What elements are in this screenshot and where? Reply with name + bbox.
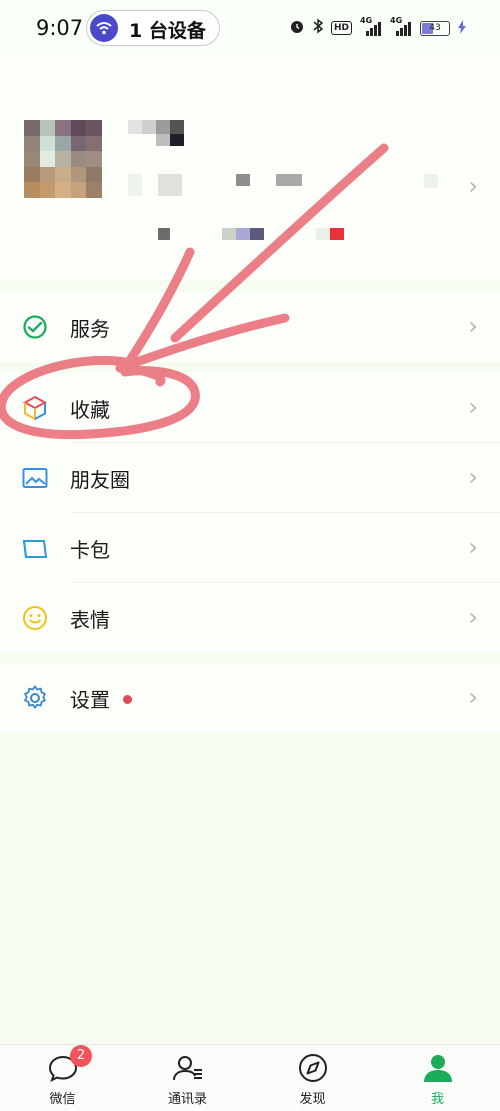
menu-item-label: 朋友圈 — [70, 468, 130, 492]
contacts-icon — [172, 1053, 204, 1083]
signal-strength-icon-2: 4G — [390, 16, 412, 36]
mosaic-block — [128, 120, 142, 134]
tab-label: 发现 — [299, 1092, 326, 1107]
mosaic-block — [222, 228, 236, 240]
status-bar: 9:07 1 台设备 HD 4G 4G 43 — [0, 0, 500, 58]
tab-chats[interactable]: 2 微信 — [0, 1045, 125, 1111]
alarm-icon — [289, 18, 305, 38]
menu-item-settings[interactable]: 设置 › — [0, 663, 500, 733]
menu-item-label: 卡包 — [70, 538, 110, 562]
chevron-right-icon: › — [468, 393, 478, 421]
status-icons: HD 4G 4G 43 — [289, 16, 466, 38]
menu-group-services: 服务 › — [0, 292, 500, 362]
tab-me[interactable]: 我 — [375, 1045, 500, 1111]
tab-discover[interactable]: 发现 — [250, 1045, 375, 1111]
person-icon — [422, 1053, 454, 1083]
mosaic-block — [142, 120, 156, 134]
menu-item-stickers[interactable]: 表情 › — [0, 583, 500, 653]
menu-group-main: 收藏 › 朋友圈 › 卡包 › 表情 › — [0, 373, 500, 653]
tab-label: 我 — [430, 1092, 444, 1107]
gear-icon — [22, 685, 48, 711]
device-connection-pill[interactable]: 1 台设备 — [86, 10, 220, 46]
bottom-tab-bar: 2 微信 通讯录 发现 我 — [0, 1044, 500, 1111]
signal-strength-icon-1: 4G — [360, 16, 382, 36]
chevron-right-icon: › — [468, 683, 478, 711]
chevron-right-icon: › — [468, 533, 478, 561]
unread-badge: 2 — [70, 1045, 92, 1067]
mosaic-block — [276, 174, 302, 186]
sticker-smile-icon — [22, 605, 48, 631]
bluetooth-icon — [313, 18, 324, 38]
menu-item-services[interactable]: 服务 › — [0, 292, 500, 362]
mosaic-block — [158, 228, 170, 240]
tab-label: 微信 — [49, 1092, 76, 1107]
status-time: 9:07 — [36, 16, 84, 40]
compass-icon — [297, 1053, 329, 1083]
card-wallet-icon — [22, 535, 48, 561]
menu-group-settings: 设置 › — [0, 663, 500, 733]
chevron-right-icon: › — [468, 312, 478, 340]
mosaic-block — [250, 228, 264, 240]
mosaic-block — [128, 174, 142, 196]
wifi-device-icon — [90, 14, 118, 42]
mosaic-block — [158, 174, 182, 196]
charging-icon — [458, 19, 466, 38]
menu-item-label: 表情 — [70, 608, 110, 632]
mosaic-block — [236, 228, 250, 240]
mosaic-block — [424, 174, 438, 188]
menu-item-label: 收藏 — [70, 398, 110, 422]
menu-item-label: 服务 — [70, 317, 110, 341]
menu-item-moments[interactable]: 朋友圈 › — [0, 443, 500, 513]
mosaic-block — [156, 134, 170, 146]
mosaic-block — [170, 134, 184, 146]
favorites-cube-icon — [22, 395, 48, 421]
profile-header[interactable]: › — [0, 58, 500, 280]
menu-item-favorites[interactable]: 收藏 › — [0, 373, 500, 443]
avatar[interactable] — [24, 120, 102, 198]
chevron-right-icon: › — [468, 463, 478, 491]
mosaic-block — [330, 228, 344, 240]
mosaic-block — [316, 228, 330, 240]
battery-icon: 43 — [420, 20, 450, 36]
moments-picture-icon — [22, 465, 48, 491]
chevron-right-icon: › — [468, 172, 478, 200]
mosaic-block — [156, 120, 170, 134]
tab-contacts[interactable]: 通讯录 — [125, 1045, 250, 1111]
mosaic-block — [236, 174, 250, 186]
mosaic-block — [170, 120, 184, 134]
menu-item-label: 设置 — [70, 688, 110, 712]
wechat-pay-check-icon — [22, 314, 48, 340]
device-pill-label: 1 台设备 — [129, 20, 206, 42]
menu-item-card-wallet[interactable]: 卡包 › — [0, 513, 500, 583]
new-notice-dot — [123, 695, 132, 704]
hd-voice-icon: HD — [330, 21, 352, 35]
tab-label: 通讯录 — [167, 1092, 207, 1107]
chevron-right-icon: › — [468, 603, 478, 631]
